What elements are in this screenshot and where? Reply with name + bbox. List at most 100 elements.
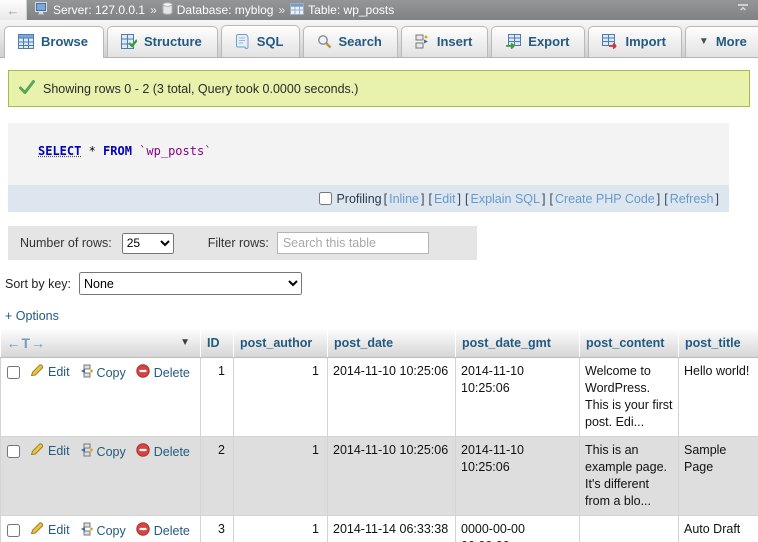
copy-link[interactable]: Copy [80, 443, 126, 462]
bracket: ] [657, 192, 660, 206]
sql-table-identifier: `wp_posts` [132, 144, 211, 158]
copy-icon [80, 443, 93, 462]
tab-more[interactable]: ▼ More [685, 26, 758, 57]
query-links-bar: Profiling [Inline] [Edit] [Explain SQL] … [8, 185, 729, 212]
cell-post-title: Hello world! [679, 357, 758, 436]
pencil-icon [30, 443, 44, 461]
tab-insert[interactable]: Insert [401, 26, 488, 57]
row-checkbox[interactable] [7, 445, 20, 458]
bracket: [ [384, 192, 387, 206]
cell-id: 2 [201, 436, 234, 515]
header-post-author[interactable]: post_author [234, 329, 328, 357]
tab-insert-label: Insert [437, 34, 472, 49]
import-icon [602, 34, 618, 49]
full-texts-left-arrow-icon[interactable]: ← [7, 335, 22, 351]
edit-link[interactable]: Edit [30, 364, 70, 382]
sql-query-text: SELECT * FROM `wp_posts` [8, 123, 729, 185]
pencil-icon [30, 522, 44, 540]
tab-sql[interactable]: SQL [221, 25, 300, 57]
bracket: ] [716, 192, 719, 206]
sql-keyword-select[interactable]: SELECT [38, 144, 81, 158]
edit-link[interactable]: Edit [30, 522, 70, 540]
header-id[interactable]: ID [201, 329, 234, 357]
copy-link[interactable]: Copy [80, 522, 126, 541]
edit-link[interactable]: Edit [30, 443, 70, 461]
full-texts-right-arrow-icon[interactable]: → [31, 335, 46, 351]
sort-row: Sort by key: None [5, 272, 758, 295]
full-texts-icon[interactable]: T [22, 335, 32, 351]
bracket: ] [421, 192, 424, 206]
delete-link[interactable]: Delete [136, 522, 190, 541]
tab-browse[interactable]: Browse [4, 26, 104, 58]
refresh-link[interactable]: Refresh [670, 192, 714, 206]
pencil-icon [30, 364, 44, 382]
sort-caret-icon[interactable]: ▼ [180, 337, 190, 348]
delete-label: Delete [154, 444, 190, 461]
delete-label: Delete [154, 365, 190, 382]
profiling-checkbox[interactable] [319, 192, 332, 205]
delete-link[interactable]: Delete [136, 443, 190, 462]
tab-browse-label: Browse [41, 34, 88, 49]
edit-label: Edit [48, 364, 70, 381]
bracket: [ [549, 192, 552, 206]
browse-icon [18, 34, 34, 49]
tab-bar: Browse Structure SQL Search Insert Expor… [0, 20, 758, 58]
server-icon [35, 2, 49, 18]
back-button[interactable]: ← [0, 0, 27, 20]
bracket: ] [542, 192, 545, 206]
tab-import[interactable]: Import [588, 26, 681, 57]
tab-export[interactable]: Export [491, 26, 585, 57]
options-toggle-link[interactable]: + Options [5, 309, 59, 323]
chevron-down-icon: ▼ [699, 36, 709, 47]
cell-post-date-gmt: 0000-00-00 00:00:00 [456, 515, 580, 542]
create-php-code-link[interactable]: Create PHP Code [555, 192, 655, 206]
tab-import-label: Import [625, 34, 665, 49]
row-controls-bar: Number of rows: 25 Filter rows: [8, 226, 477, 260]
cell-id: 3 [201, 515, 234, 542]
table-row: Edit Copy Delete 1 1 2014-11-10 10:25:06… [1, 357, 758, 436]
filter-rows-input[interactable] [277, 232, 429, 254]
delete-link[interactable]: Delete [136, 364, 190, 383]
collapse-console-icon[interactable]: ⌃ [738, 4, 748, 17]
success-check-icon [19, 80, 35, 97]
tab-structure[interactable]: Structure [107, 26, 218, 57]
back-arrow-icon: ← [7, 3, 20, 18]
structure-icon [121, 34, 137, 49]
bracket: [ [465, 192, 468, 206]
cell-post-title: Sample Page [679, 436, 758, 515]
edit-query-link[interactable]: Edit [434, 192, 456, 206]
header-post-content[interactable]: post_content [580, 329, 679, 357]
cell-post-author: 1 [234, 357, 328, 436]
breadcrumb-table[interactable]: Table: wp_posts [290, 3, 394, 18]
copy-link[interactable]: Copy [80, 364, 126, 383]
explain-sql-link[interactable]: Explain SQL [470, 192, 539, 206]
sort-by-key-select[interactable]: None [79, 272, 302, 295]
copy-icon [80, 364, 93, 383]
tab-search[interactable]: Search [303, 26, 398, 57]
number-of-rows-select[interactable]: 25 [122, 233, 174, 254]
row-checkbox[interactable] [7, 366, 20, 379]
breadcrumb-separator: » [150, 3, 157, 17]
header-actions: ←T→ ▼ [1, 329, 201, 357]
tab-more-label: More [716, 34, 747, 49]
sql-star: * [81, 144, 103, 158]
database-icon [162, 2, 173, 18]
copy-label: Copy [97, 523, 126, 540]
breadcrumb-server[interactable]: Server: 127.0.0.1 [35, 2, 145, 18]
inline-link[interactable]: Inline [389, 192, 419, 206]
sql-keyword-from: FROM [103, 144, 132, 158]
breadcrumb-bar: ← Server: 127.0.0.1 » Database: myblog »… [0, 0, 758, 20]
breadcrumb-database[interactable]: Database: myblog [162, 2, 274, 18]
insert-icon [415, 34, 430, 49]
tab-search-label: Search [339, 34, 382, 49]
breadcrumb: Server: 127.0.0.1 » Database: myblog » T… [35, 2, 394, 18]
table-header-row: ←T→ ▼ ID post_author post_date post_date… [1, 329, 758, 357]
cell-post-date-gmt: 2014-11-10 10:25:06 [456, 357, 580, 436]
header-post-date[interactable]: post_date [328, 329, 456, 357]
cell-post-author: 1 [234, 515, 328, 542]
header-post-date-gmt[interactable]: post_date_gmt [456, 329, 580, 357]
header-post-title[interactable]: post_title [679, 329, 758, 357]
row-checkbox[interactable] [7, 524, 20, 537]
breadcrumb-server-label: Server: 127.0.0.1 [53, 3, 145, 17]
breadcrumb-database-label: Database: myblog [177, 3, 274, 17]
